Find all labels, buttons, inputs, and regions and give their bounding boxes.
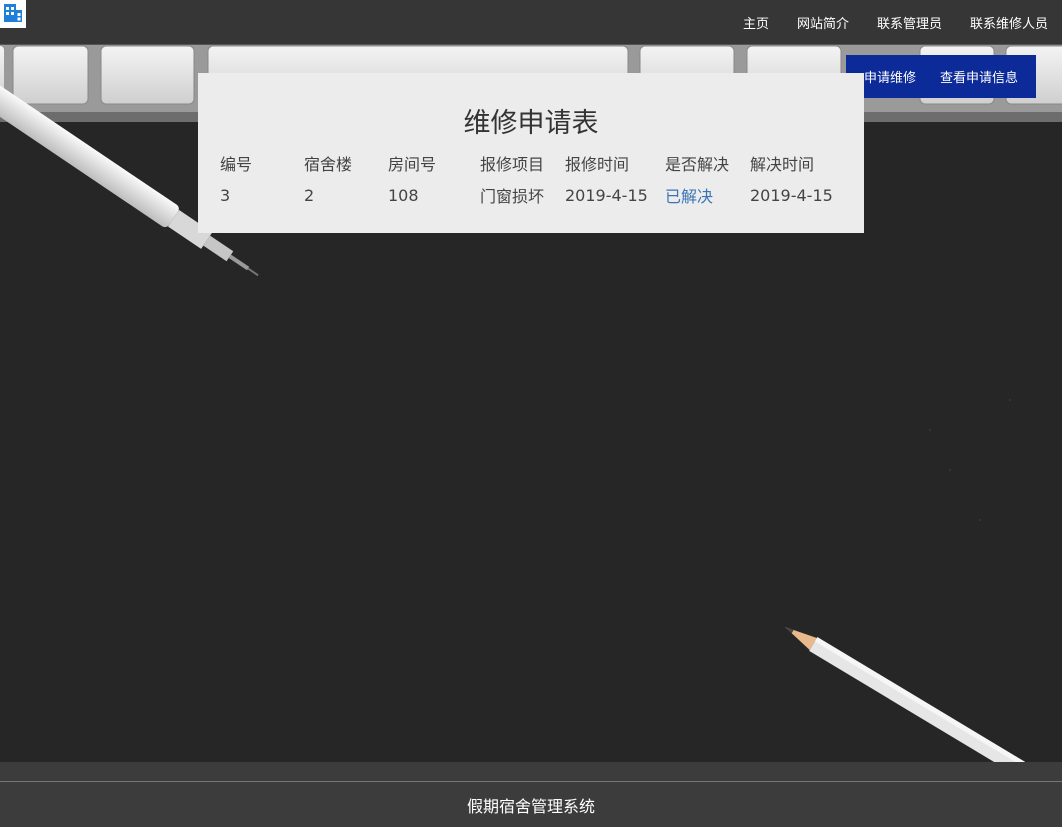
- footer-text: 假期宿舍管理系统: [466, 796, 595, 816]
- footer: 假期宿舍管理系统: [0, 782, 1062, 827]
- top-navbar: 主页 网站简介 联系管理员 联系维修人员: [0, 0, 1062, 45]
- nav-about[interactable]: 网站简介: [797, 13, 849, 32]
- cell-status[interactable]: 已解决: [665, 179, 750, 211]
- site-logo[interactable]: [0, 0, 26, 28]
- column-header-room: 房间号: [388, 155, 437, 174]
- cell-resolve-time: 2019-4-15: [750, 185, 833, 205]
- column-header-item: 报修项目: [480, 155, 545, 174]
- footer-divider: [0, 762, 1062, 782]
- apply-repair-link[interactable]: 申请维修: [864, 67, 916, 86]
- cell-building: 2: [304, 185, 315, 205]
- repair-form-card: 维修申请表 编号 宿舍楼 房间号 报修项目 报修时间 是否解决 解决时间 3 2…: [198, 73, 864, 233]
- nav-contact-repair[interactable]: 联系维修人员: [970, 13, 1048, 32]
- column-header-building: 宿舍楼: [304, 155, 353, 174]
- building-icon: [4, 2, 22, 26]
- repair-table: 编号 宿舍楼 房间号 报修项目 报修时间 是否解决 解决时间 3 2 108 门…: [220, 147, 840, 211]
- form-title: 维修申请表: [463, 108, 599, 139]
- view-applications-link[interactable]: 查看申请信息: [940, 67, 1018, 86]
- main-nav: 主页 网站简介 联系管理员 联系维修人员: [729, 0, 1062, 44]
- cell-room: 108: [388, 185, 419, 205]
- page: 主页 网站简介 联系管理员 联系维修人员 申请维修 查看申请信息 维修申请表 编…: [0, 0, 1062, 827]
- column-header-resolve-time: 解决时间: [750, 155, 815, 174]
- nav-contact-admin[interactable]: 联系管理员: [877, 13, 942, 32]
- table-header-row: 编号 宿舍楼 房间号 报修项目 报修时间 是否解决 解决时间: [220, 147, 840, 179]
- table-row: 3 2 108 门窗损坏 2019-4-15 已解决 2019-4-15: [220, 179, 840, 211]
- cell-item: 门窗损坏: [480, 187, 545, 206]
- nav-home[interactable]: 主页: [743, 13, 769, 32]
- repair-subnav: 申请维修 查看申请信息: [846, 55, 1036, 98]
- column-header-status: 是否解决: [665, 155, 730, 174]
- column-header-report-time: 报修时间: [565, 155, 630, 174]
- column-header-id: 编号: [220, 155, 253, 174]
- cell-id: 3: [220, 185, 231, 205]
- cell-report-time: 2019-4-15: [565, 185, 648, 205]
